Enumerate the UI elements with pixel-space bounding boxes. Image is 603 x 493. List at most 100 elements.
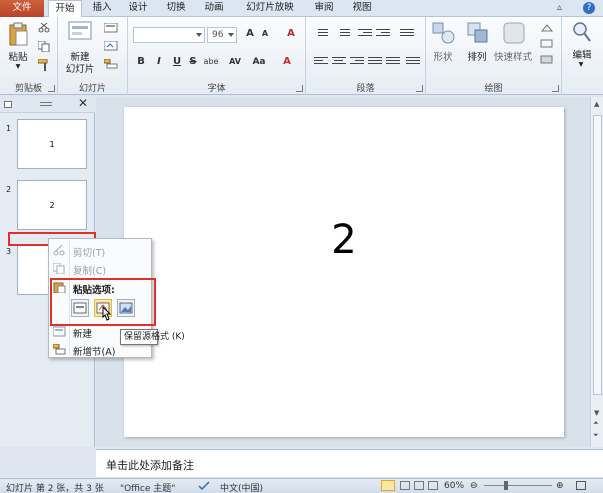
shape-fill-icon[interactable] <box>540 23 554 33</box>
next-slide-icon[interactable]: ⏷ <box>593 431 599 440</box>
bold-button[interactable]: B <box>134 55 148 69</box>
menu-item-cut[interactable]: 剪切(T) <box>73 245 105 259</box>
paragraph-launcher-icon[interactable] <box>416 85 423 92</box>
tab-insert[interactable]: 插入 <box>88 0 116 17</box>
grow-font-button[interactable]: A <box>243 27 257 41</box>
scrollbar-thumb[interactable] <box>593 115 602 395</box>
numbering-icon[interactable] <box>336 27 350 39</box>
tab-view[interactable]: 视图 <box>348 0 376 17</box>
align-right-icon[interactable] <box>350 55 364 67</box>
italic-button[interactable]: I <box>152 55 166 69</box>
zoom-level[interactable]: 60% <box>444 481 464 491</box>
zoom-slider[interactable] <box>484 485 552 486</box>
menu-item-new-slide[interactable]: 新建 <box>73 326 92 340</box>
font-size-dropdown-icon[interactable] <box>228 33 234 37</box>
underline-button[interactable]: U <box>170 55 184 69</box>
new-slide-icon[interactable] <box>68 21 92 45</box>
format-painter-icon[interactable] <box>38 59 50 71</box>
layout-icon[interactable] <box>104 23 118 33</box>
normal-view-icon[interactable] <box>381 480 395 491</box>
font-size-value: 96 <box>212 30 224 40</box>
quick-styles-icon[interactable] <box>502 21 526 47</box>
change-case-button[interactable]: Aa <box>250 55 268 69</box>
char-spacing-button[interactable]: AV <box>226 55 244 69</box>
font-group: 96 A A A B I U S abe AV Aa A 字体 <box>128 17 306 95</box>
clipboard-launcher-icon[interactable] <box>48 85 55 92</box>
new-slide-label-2[interactable]: 幻灯片 <box>58 61 102 75</box>
paste-icon[interactable] <box>8 21 28 47</box>
notes-pane[interactable]: 单击此处添加备注 <box>96 449 603 477</box>
shape-outline-icon[interactable] <box>540 39 554 49</box>
tab-transitions[interactable]: 切换 <box>162 0 190 17</box>
fit-to-window-icon[interactable] <box>576 481 586 490</box>
align-center-icon[interactable] <box>332 55 346 67</box>
font-color-button[interactable]: A <box>280 55 294 69</box>
bullets-icon[interactable] <box>314 27 328 39</box>
slides-panel-header: ✕ <box>0 96 95 113</box>
language-status[interactable]: 中文(中国) <box>220 481 263 493</box>
shape-effects-icon[interactable] <box>540 55 554 65</box>
slide-canvas[interactable]: 2 <box>124 107 564 437</box>
tab-review[interactable]: 审阅 <box>310 0 338 17</box>
find-icon[interactable] <box>572 21 592 45</box>
copy-icon[interactable] <box>38 41 50 52</box>
slide-content-text[interactable]: 2 <box>324 217 364 263</box>
tab-home[interactable]: 开始 <box>48 0 82 18</box>
clear-format-button[interactable]: A <box>284 27 298 41</box>
line-spacing-icon[interactable] <box>400 27 414 39</box>
justify-icon[interactable] <box>368 55 382 67</box>
menu-item-copy[interactable]: 复制(C) <box>73 263 106 277</box>
shrink-font-button[interactable]: A <box>258 27 272 41</box>
font-size-combo[interactable]: 96 <box>207 27 237 43</box>
paragraph-group-label: 段落 <box>356 84 375 94</box>
minimize-ribbon-icon[interactable]: ▵ <box>557 2 562 13</box>
status-bar: 幻灯片 第 2 张，共 3 张 "Office 主题" 中文(中国) 60% ⊖… <box>0 478 603 493</box>
slide-sorter-icon[interactable] <box>400 481 410 490</box>
font-launcher-icon[interactable] <box>296 85 303 92</box>
help-icon[interactable]: ? <box>583 2 595 14</box>
menu-item-new-section[interactable]: 新增节(A) <box>73 344 115 358</box>
drawing-launcher-icon[interactable] <box>552 85 559 92</box>
strikethrough-button[interactable]: S <box>186 55 200 69</box>
slide-1-thumbnail[interactable]: 1 <box>17 119 87 169</box>
font-name-combo[interactable] <box>133 27 205 43</box>
spell-check-icon[interactable] <box>198 481 210 491</box>
columns-icon[interactable] <box>386 55 400 67</box>
drawing-group: 形状 排列 快速样式 绘图 <box>426 17 562 95</box>
text-direction-icon[interactable] <box>406 55 420 67</box>
tab-slideshow[interactable]: 幻灯片放映 <box>240 0 300 17</box>
paste-dropdown-icon[interactable]: ▾ <box>14 61 22 72</box>
reading-view-icon[interactable] <box>414 481 424 490</box>
quick-styles-button[interactable]: 快速样式 <box>488 49 538 63</box>
shapes-button[interactable]: 形状 <box>428 49 458 63</box>
slides-tab-icon[interactable] <box>4 101 12 108</box>
scroll-down-icon[interactable]: ▼ <box>594 409 599 417</box>
notes-placeholder[interactable]: 单击此处添加备注 <box>106 457 194 473</box>
zoom-out-icon[interactable]: ⊖ <box>470 481 478 491</box>
slides-group: 新建 幻灯片 幻灯片 <box>58 17 128 95</box>
slide-2-thumbnail[interactable]: 2 <box>17 180 87 230</box>
zoom-slider-thumb[interactable] <box>504 481 508 490</box>
previous-slide-icon[interactable]: ⏶ <box>593 419 599 428</box>
vertical-scrollbar[interactable]: ▲ ▼ ⏶ ⏷ <box>590 97 603 447</box>
shadow-button[interactable]: abe <box>201 55 221 69</box>
tab-animations[interactable]: 动画 <box>200 0 228 17</box>
close-panel-icon[interactable]: ✕ <box>78 96 88 110</box>
increase-indent-icon[interactable] <box>376 27 390 39</box>
slideshow-view-icon[interactable] <box>428 481 438 490</box>
font-name-dropdown-icon[interactable] <box>196 33 202 37</box>
section-icon[interactable] <box>104 59 118 69</box>
tab-file[interactable]: 文件 <box>0 0 44 17</box>
reset-icon[interactable] <box>104 41 118 51</box>
arrange-icon[interactable] <box>466 21 490 47</box>
shapes-icon[interactable] <box>432 21 456 47</box>
decrease-indent-icon[interactable] <box>358 27 372 39</box>
scroll-up-icon[interactable]: ▲ <box>594 100 599 108</box>
editing-dropdown-icon[interactable]: ▾ <box>576 59 586 70</box>
zoom-in-icon[interactable]: ⊕ <box>556 481 564 491</box>
tab-design[interactable]: 设计 <box>124 0 152 17</box>
cut-icon[interactable] <box>38 23 50 33</box>
align-left-icon[interactable] <box>314 55 328 67</box>
outline-tab-icon[interactable] <box>40 100 52 109</box>
mouse-cursor-icon <box>102 306 112 321</box>
